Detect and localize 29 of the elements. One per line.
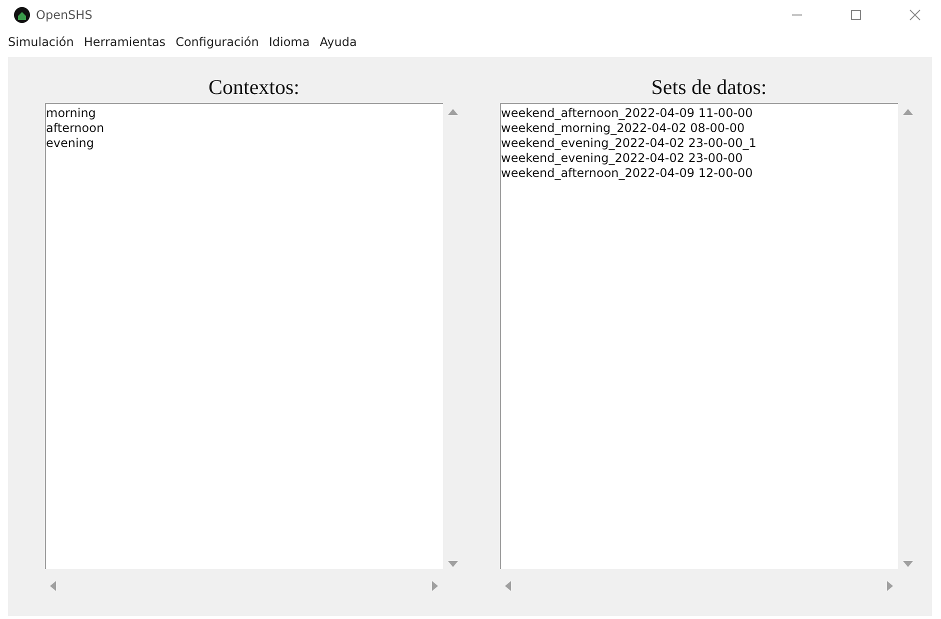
- list-item[interactable]: afternoon: [46, 121, 104, 136]
- menu-item[interactable]: Simulación: [3, 35, 79, 49]
- scroll-up-icon[interactable]: [903, 107, 913, 117]
- close-icon[interactable]: [909, 9, 921, 21]
- list-item[interactable]: morning: [46, 106, 96, 121]
- list-item[interactable]: weekend_morning_2022-04-02 08-00-00: [501, 121, 745, 136]
- menu-item[interactable]: Ayuda: [314, 35, 362, 49]
- scroll-up-icon[interactable]: [448, 107, 458, 117]
- maximize-icon[interactable]: [850, 9, 862, 21]
- menu-item[interactable]: Herramientas: [78, 35, 171, 49]
- panel-heading: Sets de datos:: [651, 75, 767, 100]
- app-logo-icon: [14, 7, 30, 23]
- scroll-left-icon[interactable]: [48, 581, 58, 591]
- list-item[interactable]: weekend_afternoon_2022-04-09 11-00-00: [501, 106, 753, 121]
- scroll-down-icon[interactable]: [448, 559, 458, 569]
- menu-item[interactable]: Idioma: [264, 35, 315, 49]
- list-box[interactable]: morning afternoon evening: [45, 103, 443, 569]
- list-item[interactable]: evening: [46, 136, 94, 151]
- menu-item[interactable]: Configuración: [170, 35, 264, 49]
- window-title: OpenSHS: [36, 8, 92, 22]
- list-item[interactable]: weekend_evening_2022-04-02 23-00-00_1: [501, 136, 756, 151]
- scroll-right-icon[interactable]: [430, 581, 440, 591]
- list-box[interactable]: weekend_afternoon_2022-04-09 11-00-00 weekend_morning_2022-04-02 08-00-00 weekend_evening_2022-04-02 23-00-00_1 weekend_evening_2022-04-02 23-00-00 weekend_afternoon_2022-04-09 12-00-00: [500, 103, 898, 569]
- scroll-right-icon[interactable]: [885, 581, 895, 591]
- scroll-down-icon[interactable]: [903, 559, 913, 569]
- panel-heading: Contextos:: [208, 75, 300, 100]
- scroll-left-icon[interactable]: [503, 581, 513, 591]
- list-item[interactable]: weekend_afternoon_2022-04-09 12-00-00: [501, 166, 753, 181]
- list-item[interactable]: weekend_evening_2022-04-02 23-00-00: [501, 151, 743, 166]
